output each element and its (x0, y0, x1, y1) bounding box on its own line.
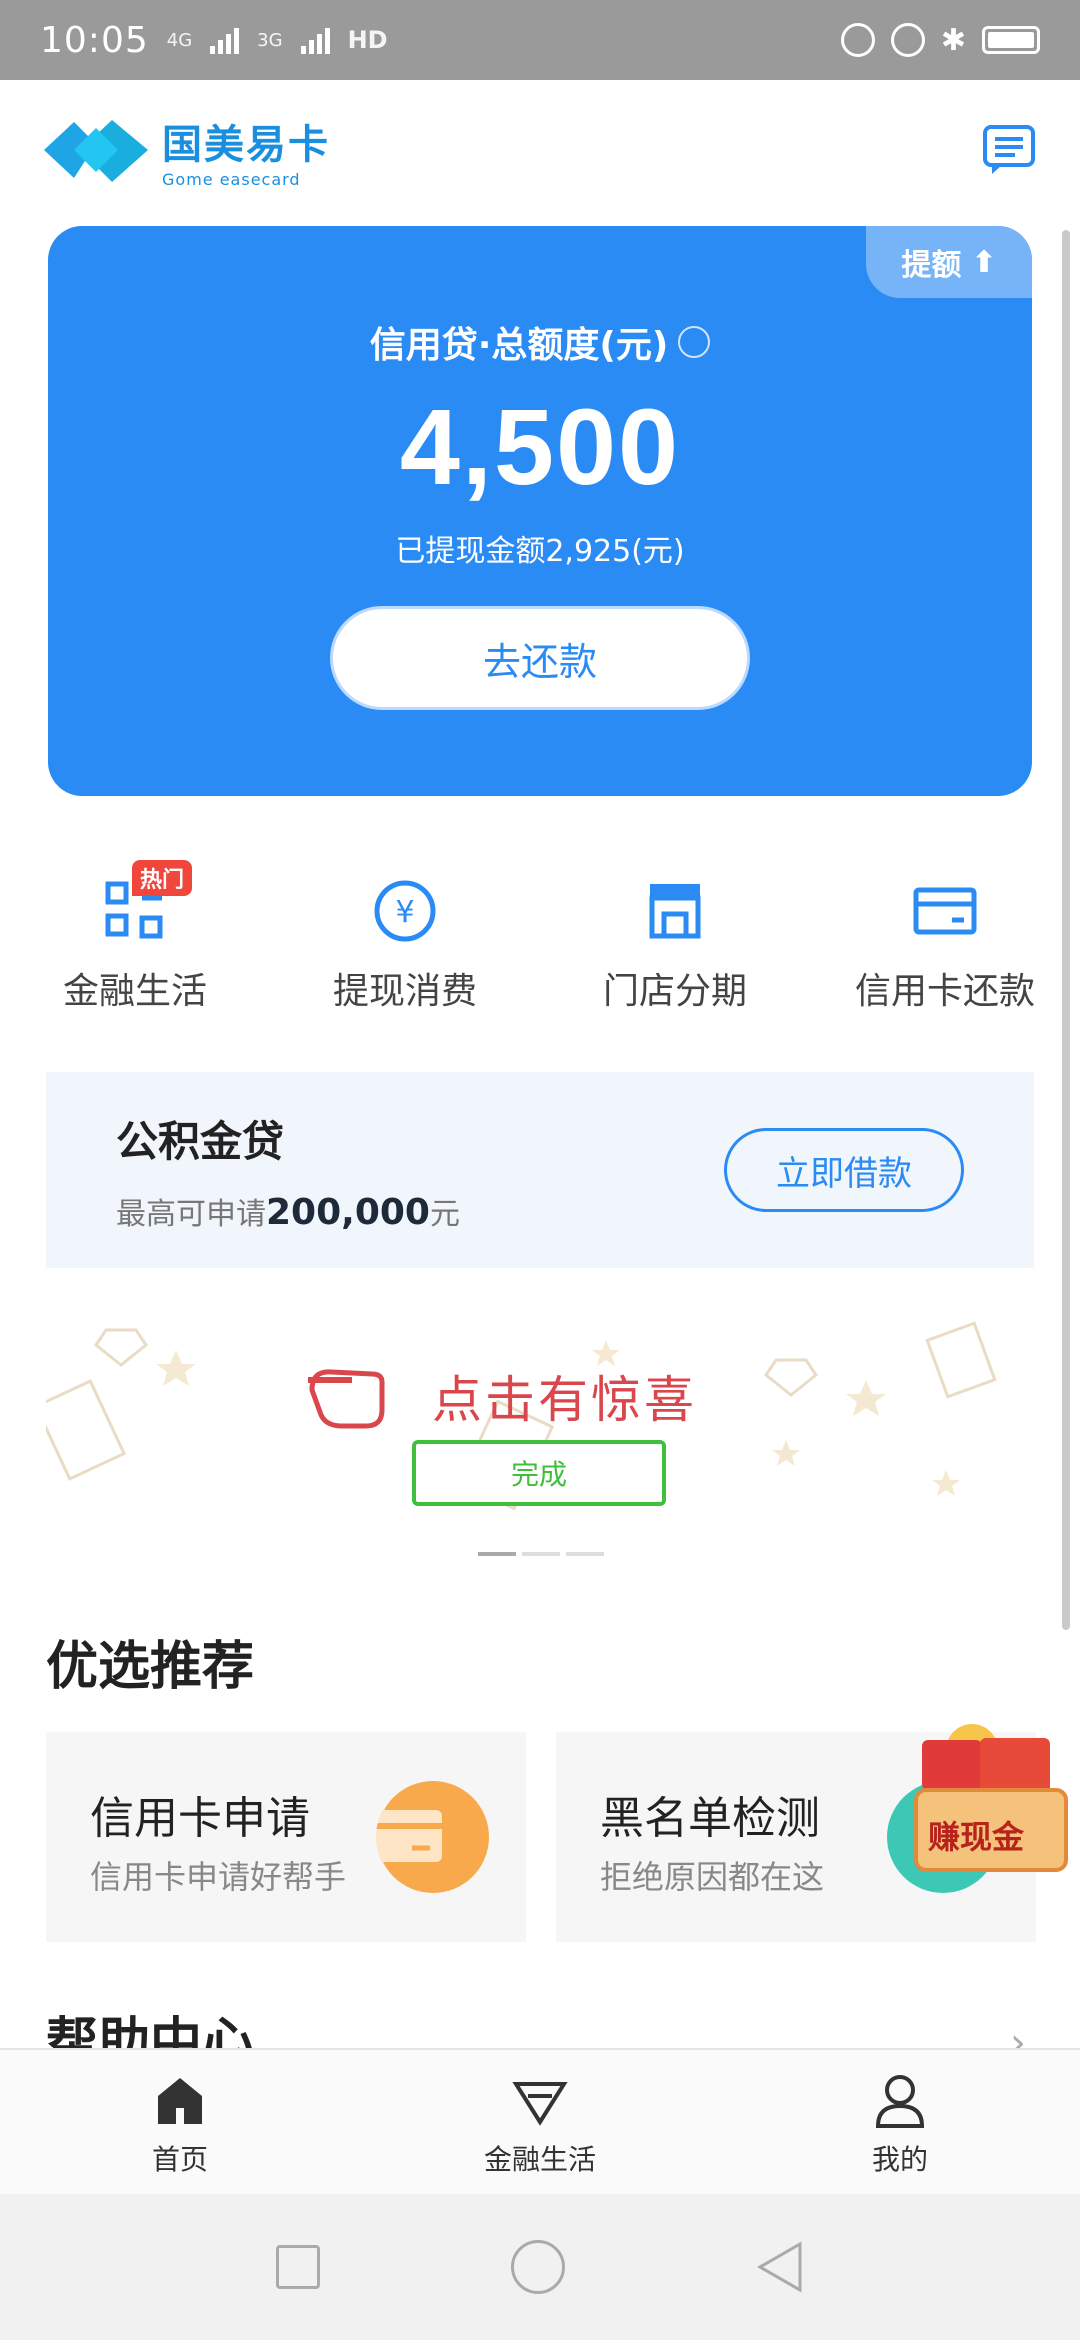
chevron-right-circle-icon (678, 326, 711, 358)
status-time: 10:05 (40, 19, 149, 61)
signal-icon (210, 26, 240, 54)
home-button[interactable] (510, 2240, 565, 2294)
fund-loan-title: 公积金贷 (116, 1116, 285, 1166)
status-bar: 10:05 4G 3G HD ✱ (0, 0, 1080, 80)
banner-done-button[interactable]: 完成 (412, 1440, 666, 1506)
app-header: 国美易卡 Gome easecard (0, 80, 1080, 220)
svg-text:¥: ¥ (395, 895, 414, 930)
brand-logo: 国美易卡 Gome easecard (44, 112, 330, 189)
back-button[interactable] (756, 2240, 804, 2294)
pagination-dot (478, 1552, 516, 1556)
system-nav-bar (0, 2194, 1080, 2340)
tab-label: 金融生活 (483, 2143, 596, 2176)
banner-text: 点击有惊喜 (432, 1371, 697, 1429)
card-icon (913, 887, 977, 935)
scrollbar[interactable] (1062, 230, 1070, 1630)
recommend-item-card-apply[interactable]: 信用卡申请 信用卡申请好帮手 (46, 1732, 526, 1942)
promo-banner[interactable]: 点击有惊喜 完成 (46, 1320, 1034, 1530)
signal-icon-2 (300, 26, 330, 54)
quick-item-label: 门店分期 (602, 971, 747, 1012)
bluetooth-icon: ✱ (940, 22, 966, 58)
bottom-tab-bar: 首页 金融生活 我的 (0, 2048, 1080, 2194)
quick-item-label: 信用卡还款 (854, 971, 1035, 1012)
tab-label: 我的 (871, 2143, 928, 2176)
fund-loan-sub-prefix: 最高可申请 (116, 1196, 266, 1232)
status-right: ✱ (840, 22, 1040, 58)
recents-button[interactable] (275, 2245, 320, 2289)
pointing-hand-icon (308, 1369, 385, 1429)
credit-card-orange-icon (376, 1781, 489, 1893)
earn-cash-label: 赚现金 (928, 1818, 1025, 1856)
banner-pagination (478, 1552, 604, 1556)
quick-item-label: 金融生活 (62, 971, 207, 1012)
raise-limit-label: 提额 (901, 248, 962, 283)
brand-name-cn: 国美易卡 (162, 121, 330, 168)
fund-loan-subtitle: 最高可申请200,000元 (116, 1189, 460, 1233)
network-4g-label: 4G (166, 29, 193, 51)
brand-name-en: Gome easecard (162, 169, 301, 189)
raise-limit-button[interactable]: 提额 ⬆ (866, 226, 1032, 298)
store-icon (649, 884, 701, 939)
logo-mark-icon (44, 120, 148, 182)
yuan-icon: ¥ (374, 880, 436, 942)
borrow-now-button[interactable]: 立即借款 (724, 1128, 964, 1212)
help-center-title[interactable]: 帮助中心 (46, 2000, 254, 2048)
repay-button[interactable]: 去还款 (330, 606, 750, 710)
quick-menu: 热门 金融生活 ¥ 提现消费 门店分期 信用卡还款 (0, 860, 1080, 1030)
user-icon (875, 2075, 925, 2128)
pagination-dot (566, 1552, 604, 1556)
earn-cash-float[interactable]: 赚现金 (910, 1720, 1080, 1880)
status-left: 10:05 4G 3G HD (40, 20, 388, 61)
hot-badge: 热门 (132, 860, 193, 896)
credit-amount: 4,500 (399, 386, 681, 507)
quick-item-withdraw[interactable]: ¥ 提现消费 (270, 860, 540, 1030)
tab-label: 首页 (151, 2143, 208, 2176)
tab-finance-life[interactable]: 金融生活 (360, 2050, 720, 2194)
lock-rotation-icon (840, 23, 875, 57)
tab-home[interactable]: 首页 (0, 2050, 360, 2194)
hd-label: HD (347, 26, 388, 54)
network-3g-label: 3G (257, 29, 283, 51)
arrow-up-icon: ⬆ (971, 244, 997, 280)
credit-title[interactable]: 信用贷·总额度(元) (48, 316, 1032, 368)
quick-item-label: 提现消费 (332, 971, 477, 1012)
alarm-icon (890, 23, 925, 57)
fund-loan-card[interactable]: 公积金贷 最高可申请200,000元 立即借款 (46, 1072, 1034, 1268)
pagination-dot (522, 1552, 560, 1556)
tab-mine[interactable]: 我的 (720, 2050, 1080, 2194)
credit-used-amount: 已提现金额2,925(元) (395, 534, 685, 569)
recommend-title: 优选推荐 (46, 1637, 255, 1697)
battery-icon (982, 26, 1040, 54)
credit-title-text: 信用贷·总额度(元) (369, 325, 669, 366)
fund-loan-sub-suffix: 元 (429, 1196, 460, 1232)
message-icon[interactable] (982, 124, 1036, 176)
home-icon (158, 2078, 202, 2124)
quick-item-finance-life[interactable]: 热门 金融生活 (0, 860, 270, 1030)
quick-item-card-repay[interactable]: 信用卡还款 (810, 860, 1080, 1030)
credit-card-panel: 提额 ⬆ 信用贷·总额度(元) 4,500 已提现金额2,925(元) 去还款 (48, 226, 1032, 796)
diamond-icon (512, 2082, 568, 2126)
quick-item-store-installment[interactable]: 门店分期 (540, 860, 810, 1030)
fund-loan-amount: 200,000 (266, 1191, 430, 1233)
